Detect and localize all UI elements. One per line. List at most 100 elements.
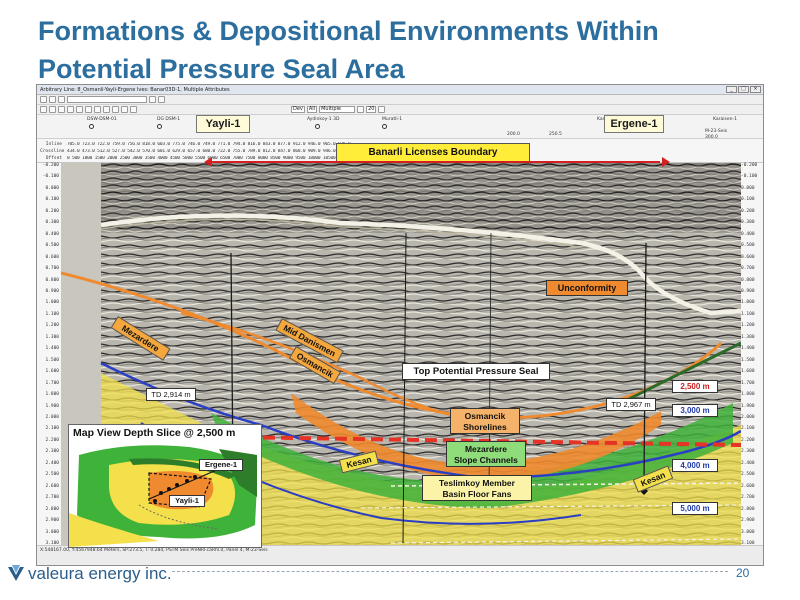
depth-tick-label: 0.300	[45, 220, 59, 226]
licenses-boundary-line	[210, 161, 660, 163]
axis-row-label: Crossline	[40, 149, 65, 154]
label-line: Mezardere	[464, 444, 508, 454]
label-osmancik-shorelines: Osmancik Shorelines	[450, 408, 520, 434]
depth-tick-label: 0.500	[741, 243, 755, 249]
well-symbol-icon	[315, 124, 320, 129]
grid-icon[interactable]	[94, 106, 101, 113]
status-bar: X:548167.00, Y:4567948.64 Meters, SP:273…	[37, 545, 763, 565]
status-coordinates: X:548167.00, Y:4567948.64 Meters, SP:273…	[40, 548, 268, 553]
pick-icon[interactable]	[85, 106, 92, 113]
depth-tick-label: 2.700	[741, 495, 755, 501]
depth-tick-label: 1.600	[45, 369, 59, 375]
depth-tick-label: -0.100	[42, 174, 59, 180]
depth-tick-label: 1.600	[741, 369, 755, 375]
arrow-right-icon	[662, 157, 670, 167]
well-label-ergene: Ergene-1	[604, 115, 664, 133]
slide-title: Formations & Depositional Environments W…	[38, 12, 778, 88]
footer-divider	[172, 571, 728, 572]
depth-tick-label: 0.000	[741, 185, 755, 191]
ruler-icon[interactable]	[76, 106, 83, 113]
depth-tick-label: 1.000	[741, 300, 755, 306]
depth-tick-label: -0.200	[741, 163, 758, 168]
depth-tick-label: 1.300	[741, 334, 755, 340]
depth-tick-label: 2.000	[741, 415, 755, 420]
depth-tick-label: 1.800	[45, 392, 59, 398]
well-name: DG DSM-1	[157, 117, 181, 122]
depth-tick-label: 0.200	[45, 208, 59, 214]
depth-tick-label: 2.400	[45, 460, 59, 466]
maximize-button[interactable]: □	[738, 86, 749, 93]
inset-title: Map View Depth Slice @ 2,500 m	[73, 427, 236, 439]
depth-tick-label: 1.400	[741, 346, 755, 352]
depth-tick-label: -0.200	[42, 163, 59, 168]
well-name: Aydinkoy-1 3D	[307, 117, 340, 122]
depth-tick-label: 2.200	[741, 437, 755, 443]
depth-tick-label: 0.400	[45, 231, 59, 237]
depth-tick-label: 1.100	[741, 311, 755, 317]
close-button[interactable]: ×	[750, 86, 761, 93]
well-symbol-icon	[89, 124, 94, 129]
label-top-seal: Top Potential Pressure Seal	[402, 363, 550, 380]
depth-tick-label: 2.000	[45, 415, 59, 420]
depth-tick-label: 0.900	[45, 289, 59, 294]
depth-tick-label: 2.800	[741, 506, 755, 512]
depth-tick-label: 2.500	[45, 472, 59, 478]
depth-tick-label: 1.800	[741, 392, 755, 398]
axis-row-label: Offset	[45, 156, 62, 161]
line-select[interactable]	[67, 96, 147, 103]
depth-tick-label: 1.900	[45, 403, 59, 409]
depth-axis-right: -0.200 -0.100 0.000 0.100 0.200 0.300 0.400 0.5…	[739, 163, 763, 547]
minimize-button[interactable]: _	[726, 86, 737, 93]
axis-value: 250.5	[549, 132, 562, 137]
depth-tick-label: 0.600	[45, 254, 59, 260]
zoom-in-icon[interactable]	[49, 106, 56, 113]
open-file-icon[interactable]	[40, 96, 47, 103]
label-line: Shorelines	[463, 422, 507, 432]
depth-tick-label: 3.000	[45, 529, 59, 535]
well-name: Karaisen-1	[713, 117, 737, 122]
floppy-icon[interactable]	[158, 96, 165, 103]
depth-tick-label: 1.700	[741, 380, 755, 386]
slide-title-line1: Formations & Depositional Environments W…	[38, 16, 659, 46]
label-line: Osmancik	[464, 411, 506, 421]
arrow-left-icon	[204, 157, 212, 167]
depth-tick-label: 0.500	[45, 243, 59, 249]
label-mezardere-slope: Mezardere Slope Channels	[446, 441, 526, 467]
inset-map-graphic	[69, 439, 261, 547]
zoom-out-icon[interactable]	[58, 106, 65, 113]
refresh-icon[interactable]	[121, 106, 128, 113]
label-line: Slope Channels	[454, 455, 518, 465]
well-symbol-icon	[382, 124, 387, 129]
settings-icon[interactable]	[112, 106, 119, 113]
depth-tick-label: 0.100	[741, 197, 755, 203]
depth-tick-label: 2.900	[45, 518, 59, 524]
multiple-select[interactable]: Multiple	[319, 106, 356, 113]
depth-tick-label: 0.800	[741, 277, 755, 283]
depth-tick-label: 2.700	[45, 495, 59, 501]
toolbar-main	[37, 95, 763, 105]
valeura-logo-icon	[8, 565, 24, 581]
depth-tick-label: 1.300	[45, 334, 59, 340]
pan-icon[interactable]	[67, 106, 74, 113]
label-td-ergene: TD 2,967 m	[606, 398, 656, 411]
depth-tick-label: 2.300	[741, 449, 755, 455]
pointer-icon[interactable]	[40, 106, 47, 113]
depth-tick-label: 0.700	[741, 266, 755, 272]
folder-icon[interactable]	[149, 96, 156, 103]
prev-icon[interactable]	[357, 106, 365, 113]
dev-select[interactable]: Dev	[291, 106, 305, 113]
depth-tick-label: 1.200	[45, 323, 59, 329]
depth-tick-label: 0.000	[45, 185, 59, 191]
window-controls: _ □ ×	[726, 86, 761, 93]
step-field[interactable]: 20	[366, 106, 377, 113]
print-icon[interactable]	[58, 96, 65, 103]
help-icon[interactable]	[130, 106, 137, 113]
depth-tick-label: 1.900	[741, 403, 755, 409]
color-icon[interactable]	[103, 106, 110, 113]
next-icon[interactable]	[378, 106, 386, 113]
depth-tick-label: 0.300	[741, 220, 755, 226]
all-select[interactable]: All	[306, 106, 318, 113]
well-name: Muratli-1	[382, 117, 403, 122]
page-number: 20	[736, 566, 750, 580]
save-icon[interactable]	[49, 96, 56, 103]
